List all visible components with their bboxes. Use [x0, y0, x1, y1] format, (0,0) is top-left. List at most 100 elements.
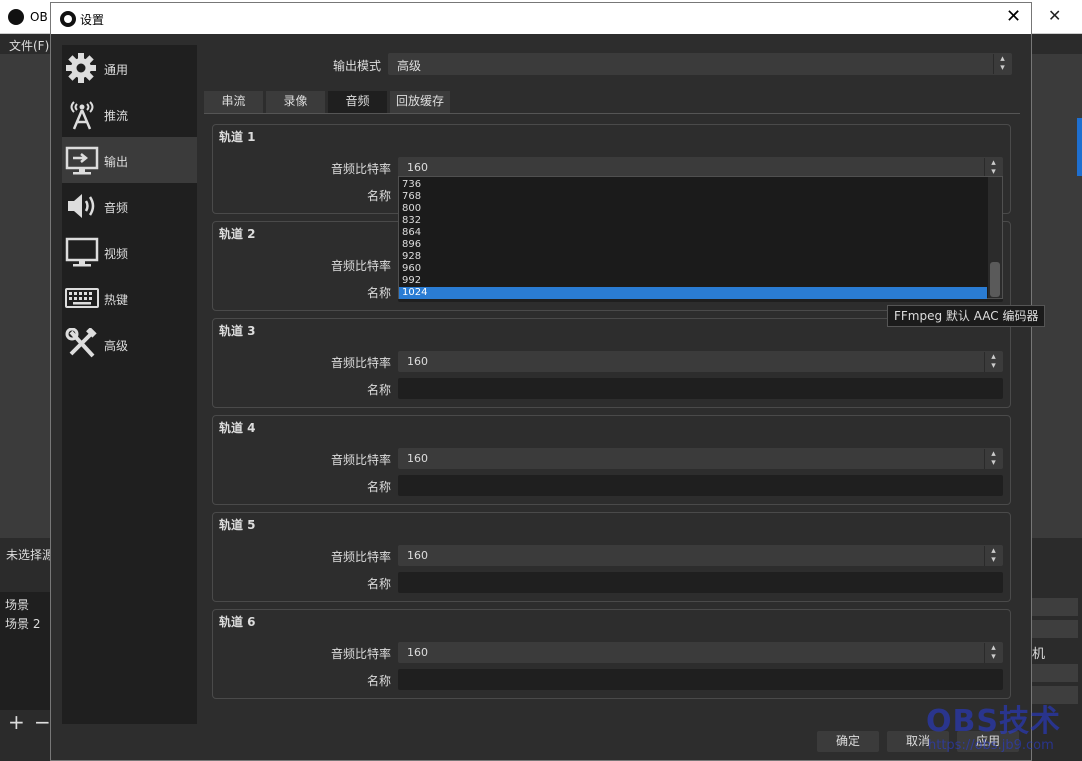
sidebar-item-label: 推流 [104, 109, 129, 123]
encoder-tooltip: FFmpeg 默认 AAC 编码器 [887, 305, 1046, 327]
control-button[interactable] [1032, 598, 1078, 616]
main-close-icon[interactable]: ✕ [1048, 6, 1061, 25]
sidebar-item-label: 通用 [104, 63, 129, 77]
chevron-updown-icon: ▴▾ [993, 54, 1011, 74]
settings-sidebar: 通用 推流 输出 音频 视频 热键 高级 [62, 45, 197, 724]
track-title: 轨道 3 [219, 324, 256, 338]
obs-logo-icon [60, 11, 76, 27]
audio-bitrate-value: 160 [407, 549, 428, 562]
bitrate-option[interactable]: 864 [399, 227, 987, 239]
obs-logo-icon [8, 9, 24, 25]
sidebar-item-output[interactable]: 输出 [62, 137, 197, 183]
audio-bitrate-label: 音频比特率 [331, 259, 392, 273]
bitrate-option[interactable]: 992 [399, 275, 987, 287]
audio-bitrate-value: 160 [407, 161, 428, 174]
audio-bitrate-select[interactable]: 160 ▴▾ [398, 642, 1003, 663]
track-title: 轨道 5 [219, 518, 256, 532]
chevron-updown-icon: ▴▾ [984, 158, 1002, 178]
sidebar-item-advanced[interactable]: 高级 [62, 321, 197, 367]
track-title: 轨道 1 [219, 130, 256, 144]
output-mode-label: 输出模式 [333, 59, 382, 73]
audio-bitrate-select[interactable]: 160 ▴▾ [398, 448, 1003, 469]
bitrate-option[interactable]: 928 [399, 251, 987, 263]
bitrate-option[interactable]: 736 [399, 179, 987, 191]
track-name-label: 名称 [367, 189, 392, 203]
main-window-title: OB [30, 10, 48, 24]
audio-bitrate-label: 音频比特率 [331, 550, 392, 564]
sidebar-item-label: 视频 [104, 247, 129, 261]
chevron-updown-icon: ▴▾ [984, 352, 1002, 372]
control-button[interactable] [1032, 620, 1078, 638]
dialog-title: 设置 [80, 13, 105, 27]
bitrate-option[interactable]: 832 [399, 215, 987, 227]
no-source-selected-text: 未选择源 [6, 548, 55, 562]
tab-recording[interactable]: 录像 [266, 91, 325, 113]
audio-bitrate-label: 音频比特率 [331, 647, 392, 661]
sidebar-item-label: 输出 [104, 155, 129, 169]
track-name-label: 名称 [367, 480, 392, 494]
audio-bitrate-value: 160 [407, 452, 428, 465]
audio-bitrate-label: 音频比特率 [331, 356, 392, 370]
track-group: 轨道 3 音频比特率 160 ▴ ▾ 名称 [212, 318, 1011, 408]
ok-button[interactable]: 确定 [817, 731, 879, 752]
dropdown-scrollbar[interactable] [988, 177, 1002, 298]
tab-divider [204, 113, 1020, 114]
sidebar-item-label: 音频 [104, 201, 129, 215]
remove-scene-icon[interactable]: − [34, 710, 51, 734]
output-mode-select[interactable]: 高级 ▴ ▾ [388, 53, 1012, 75]
track-name-label: 名称 [367, 383, 392, 397]
chevron-updown-icon: ▴▾ [984, 546, 1002, 566]
scene-item[interactable]: 场景 2 [5, 615, 40, 632]
audio-bitrate-select[interactable]: 160 ▴▾ [398, 157, 1003, 178]
dialog-title-bar: 设置 ✕ [51, 3, 1031, 34]
chevron-updown-icon: ▴▾ [984, 449, 1002, 469]
track-name-input[interactable] [398, 572, 1003, 593]
track-name-input[interactable] [398, 669, 1003, 690]
monitor-icon [65, 236, 99, 268]
track-name-label: 名称 [367, 674, 392, 688]
track-title: 轨道 6 [219, 615, 256, 629]
sidebar-item-audio[interactable]: 音频 [62, 183, 197, 229]
chevron-updown-icon: ▴▾ [984, 643, 1002, 663]
output-mode-value: 高级 [397, 59, 422, 73]
track-name-label: 名称 [367, 577, 392, 591]
watermark-logo: OBS技术 [926, 704, 1061, 739]
audio-bitrate-label: 音频比特率 [331, 453, 392, 467]
menu-file[interactable]: 文件(F) [9, 37, 49, 54]
sidebar-item-hotkeys[interactable]: 热键 [62, 275, 197, 321]
speaker-icon [65, 190, 99, 222]
tab-audio[interactable]: 音频 [328, 91, 387, 113]
audio-bitrate-select[interactable]: 160 ▴▾ [398, 351, 1003, 372]
bitrate-option[interactable]: 800 [399, 203, 987, 215]
track-name-input[interactable] [398, 378, 1003, 399]
audio-bitrate-select[interactable]: 160 ▴▾ [398, 545, 1003, 566]
bitrate-option[interactable]: 960 [399, 263, 987, 275]
control-button[interactable] [1032, 664, 1078, 682]
audio-bitrate-label: 音频比特率 [331, 162, 392, 176]
sidebar-item-video[interactable]: 视频 [62, 229, 197, 275]
dialog-close-icon[interactable]: ✕ [1006, 7, 1021, 27]
add-scene-icon[interactable]: + [8, 710, 25, 734]
track-name-input[interactable] [398, 475, 1003, 496]
sidebar-item-general[interactable]: 通用 [62, 45, 197, 91]
track-group: 轨道 4 音频比特率 160 ▴ ▾ 名称 [212, 415, 1011, 505]
track-name-label: 名称 [367, 286, 392, 300]
main-blue-strip [1077, 118, 1082, 176]
gear-icon [65, 52, 99, 84]
tab-replay-buffer[interactable]: 回放缓存 [390, 91, 450, 113]
bitrate-option[interactable]: 768 [399, 191, 987, 203]
bitrate-option-highlighted[interactable]: 1024 [399, 287, 987, 299]
bitrate-dropdown-list: 736 768 800 832 864 896 928 960 992 1024 [398, 176, 1003, 299]
bitrate-option[interactable]: 896 [399, 239, 987, 251]
scrollbar-thumb[interactable] [990, 262, 1000, 297]
sidebar-item-label: 热键 [104, 293, 129, 307]
tab-stream[interactable]: 串流 [204, 91, 263, 113]
sidebar-item-stream[interactable]: 推流 [62, 91, 197, 137]
track-group: 轨道 5 音频比特率 160 ▴ ▾ 名称 [212, 512, 1011, 602]
keyboard-icon [65, 282, 99, 314]
scene-item[interactable]: 场景 [5, 596, 29, 613]
audio-bitrate-value: 160 [407, 355, 428, 368]
control-button-label: 机 [1032, 647, 1046, 662]
track-title: 轨道 2 [219, 227, 256, 241]
track-group: 轨道 6 音频比特率 160 ▴ ▾ 名称 [212, 609, 1011, 699]
